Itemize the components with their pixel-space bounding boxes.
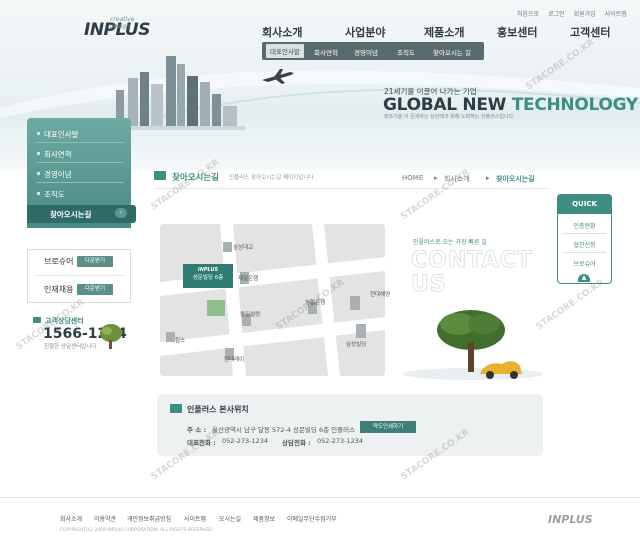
contact-heading-line2: US	[411, 272, 447, 297]
recruit-label: 인재채용	[44, 285, 74, 294]
lnb-item-ceo-message[interactable]: 대표인사말	[37, 129, 79, 140]
quick-item-certification[interactable]: 인증현황	[557, 221, 612, 230]
marker-logo: INPLUS	[197, 267, 219, 273]
subnav-philosophy[interactable]: 경영이념	[354, 47, 378, 57]
slogan-en-part2: TECHNOLOGY	[511, 95, 638, 115]
site-logo[interactable]: creative design INPLUS	[84, 16, 150, 40]
util-link-join[interactable]: 회원가입	[574, 11, 596, 18]
gnb-products[interactable]: 제품소개	[424, 24, 464, 40]
map-label-jeil-bank: 제일은행	[238, 276, 259, 282]
quick-item-sponsor[interactable]: 협찬신청	[557, 240, 612, 249]
marker-text: 성문빌딩 6층	[192, 275, 224, 281]
slogan-en-part1: GLOBAL NEW	[383, 95, 512, 115]
print-map-button[interactable]: 약도인쇄하기	[360, 421, 416, 433]
scroll-top-icon[interactable]: ▲	[578, 274, 590, 282]
box-divider	[34, 275, 124, 276]
city-buildings-image	[110, 56, 245, 130]
footer-link-sitemap[interactable]: 사이트맵	[184, 514, 206, 523]
address-label: 주 소 :	[187, 426, 207, 434]
address-bullet-icon	[170, 404, 182, 413]
footer-link-privacy[interactable]: 개인정보취급방침	[127, 514, 171, 523]
recruit-download-button[interactable]: 다운받기	[77, 284, 113, 295]
phone-icon	[33, 317, 41, 323]
map-label-kills: 킬스	[175, 338, 186, 344]
util-link-home[interactable]: 처음으로	[517, 11, 539, 18]
slogan-small: 창조기술 이 존재하는 상인테크 위해 노력하는 인플러스입니다.	[384, 114, 515, 120]
gnb-pr-center[interactable]: 홍보센터	[497, 24, 537, 40]
map-label-dongil: 동일설렁	[240, 312, 261, 318]
util-link-login[interactable]: 로그인	[548, 11, 565, 18]
consult-phone-value: 052-273-1234	[317, 437, 364, 445]
map-label-hyundai-haeyang: 현대해양	[370, 292, 391, 298]
quick-divider	[563, 252, 606, 253]
gnb-business[interactable]: 사업분야	[345, 24, 385, 40]
footer-link-email-refusal[interactable]: 이메일무단수집거부	[287, 514, 337, 523]
breadcrumb-home[interactable]: HOME	[402, 174, 423, 182]
lnb-item-history[interactable]: 회사연혁	[37, 149, 72, 160]
contact-subtitle: 인플러스로 오는 가장 빠른 길	[413, 239, 487, 246]
map-label-samsung: 삼성빌딩	[346, 342, 367, 348]
lnb-divider	[36, 142, 124, 143]
brochure-label: 브로슈어	[44, 257, 74, 266]
copyright: COPYRIGHT(C) 2009 INPLUS CORPORATION. AL…	[60, 528, 214, 533]
main-phone-value: 052-273-1234	[222, 437, 269, 445]
quick-divider	[563, 233, 606, 234]
location-map[interactable]	[160, 224, 385, 376]
lnb-item-philosophy[interactable]: 경영이념	[37, 169, 72, 180]
util-link-sitemap[interactable]: 사이트맵	[605, 11, 627, 18]
lnb-divider	[36, 162, 124, 163]
map-label-bank: 삼성대교	[233, 245, 254, 251]
contact-heading: CONTACT US	[411, 248, 533, 297]
customer-center-note: 친절한 상담센터입니다	[44, 344, 97, 350]
map-roads	[160, 224, 385, 376]
contact-heading-line1: CONTACT	[411, 248, 533, 273]
tree-and-car-image	[403, 310, 543, 380]
slogan-english: GLOBAL NEW TECHNOLOGY	[383, 95, 638, 115]
utility-links: 처음으로 로그인 회원가입 사이트맵	[508, 9, 627, 18]
airplane-icon	[262, 69, 294, 84]
address-title: 인플러스 본사위치	[187, 405, 249, 414]
plant-icon	[100, 324, 122, 349]
address-value: 울산광역시 남구 달동 572-4 성문빌딩 6층 인플러스	[212, 426, 356, 434]
gnb-company[interactable]: 회사소개	[262, 24, 302, 40]
title-bullet-icon	[154, 171, 166, 180]
lnb-divider	[36, 182, 124, 183]
map-label-hyundai-rei: 현대레이	[224, 357, 245, 363]
footer-logo: INPLUS	[548, 513, 593, 526]
breadcrumb-current: 찾아오시는길	[496, 175, 535, 183]
map-location-marker[interactable]: INPLUS 성문빌딩 6층	[183, 264, 233, 288]
brochure-download-button[interactable]: 다운받기	[77, 256, 113, 267]
consult-phone-label: 상담전화 :	[282, 439, 311, 447]
title-divider	[154, 188, 550, 189]
quick-menu-title: QUICK	[557, 194, 612, 214]
breadcrumb-separator: ▸	[486, 174, 490, 182]
subnav-ceo-message[interactable]: 대표인사말	[266, 44, 304, 58]
chevron-right-icon: ›	[115, 208, 127, 218]
page-description: 인플러스 찾아오시는길 페이지입니다.	[229, 175, 316, 181]
footer-divider	[0, 497, 640, 498]
quick-item-brochure[interactable]: 브로슈어	[557, 259, 612, 268]
lnb-item-organization[interactable]: 조직도	[37, 189, 65, 200]
footer-link-company[interactable]: 회사소개	[60, 514, 82, 523]
footer-link-terms[interactable]: 이용약관	[94, 514, 116, 523]
footer-link-products[interactable]: 제품정보	[253, 514, 275, 523]
subnav-organization[interactable]: 조직도	[397, 47, 415, 57]
subnav-history[interactable]: 회사연혁	[314, 47, 338, 57]
breadcrumb-separator: ▸	[434, 174, 438, 182]
logo-tagline: creative design	[110, 16, 135, 30]
subnav-directions[interactable]: 찾아오시는 길	[433, 47, 471, 57]
footer-link-directions[interactable]: 오시는길	[219, 514, 241, 523]
lnb-active-label: 찾아오시는길	[50, 210, 92, 219]
